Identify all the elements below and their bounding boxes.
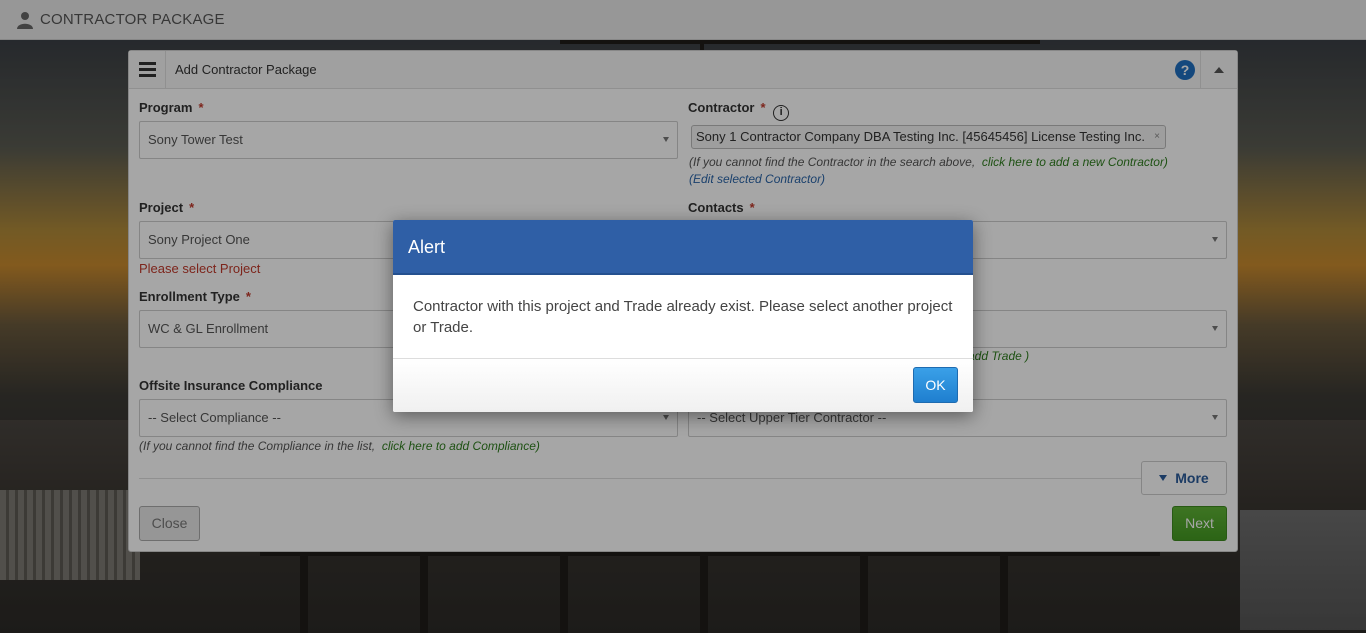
alert-message: Contractor with this project and Trade a… <box>393 275 973 359</box>
ok-button[interactable]: OK <box>913 367 958 403</box>
alert-title: Alert <box>393 220 973 275</box>
alert-footer: OK <box>393 359 973 412</box>
alert-dialog: Alert Contractor with this project and T… <box>393 220 973 412</box>
